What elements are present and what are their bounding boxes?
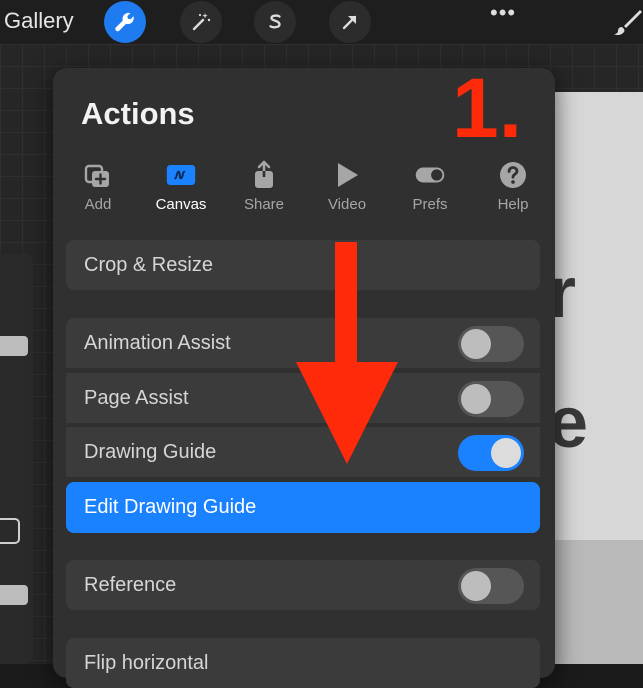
drawing-guide-label: Drawing Guide: [84, 440, 217, 463]
modify-button[interactable]: [0, 518, 20, 544]
add-image-icon: [84, 164, 109, 187]
page-assist-toggle[interactable]: [458, 381, 524, 417]
tab-canvas[interactable]: Canvas: [146, 160, 216, 213]
magic-wand-icon: [192, 13, 211, 31]
reference-item[interactable]: Reference: [66, 560, 540, 610]
adjustments-button[interactable]: [180, 1, 222, 43]
selection-button[interactable]: [254, 1, 296, 43]
step-number-annotation: 1.: [452, 61, 523, 155]
reference-toggle[interactable]: [458, 568, 524, 604]
drawing-guide-toggle[interactable]: [458, 435, 524, 471]
toggle-knob: [461, 571, 491, 601]
flip-horizontal-item[interactable]: Flip horizontal: [66, 638, 540, 688]
canvas-bottom-area: [540, 540, 643, 664]
edit-drawing-guide-item[interactable]: Edit Drawing Guide: [66, 482, 540, 533]
edit-drawing-guide-label: Edit Drawing Guide: [84, 496, 257, 518]
tab-canvas-label: Canvas: [155, 196, 207, 213]
actions-button[interactable]: [104, 1, 146, 43]
tab-share-label: Share: [243, 196, 285, 213]
transform-arrow-icon: [342, 15, 357, 30]
opacity-slider-handle[interactable]: [0, 585, 28, 605]
tab-share[interactable]: Share: [229, 160, 299, 213]
tab-prefs[interactable]: Prefs: [395, 160, 465, 213]
toggle-knob: [461, 329, 491, 359]
help-icon: [500, 162, 526, 188]
wrench-icon: [115, 12, 134, 32]
page-assist-label: Page Assist: [84, 386, 189, 409]
share-icon: [255, 160, 273, 188]
top-toolbar: Gallery •••: [0, 0, 643, 44]
tab-help-label: Help: [497, 196, 529, 213]
toggle-icon: [415, 167, 445, 183]
selection-s-icon: [269, 14, 281, 29]
crop-resize-label: Crop & Resize: [84, 253, 213, 276]
reference-label: Reference: [84, 573, 177, 596]
brush-size-slider-handle[interactable]: [0, 336, 28, 356]
canvas-icon: [166, 165, 196, 185]
panel-title: Actions: [81, 96, 195, 131]
tab-add-label: Add: [84, 196, 112, 213]
play-icon: [338, 163, 358, 187]
transform-button[interactable]: [329, 1, 371, 43]
tab-prefs-label: Prefs: [412, 196, 448, 213]
brush-icon[interactable]: [612, 8, 642, 38]
more-options-icon[interactable]: •••: [490, 0, 516, 26]
tab-help[interactable]: Help: [478, 160, 548, 213]
animation-assist-label: Animation Assist: [84, 331, 231, 354]
toggle-knob: [491, 438, 521, 468]
toggle-knob: [461, 384, 491, 414]
red-arrow-down-icon: [296, 242, 398, 464]
tab-video[interactable]: Video: [312, 160, 382, 213]
tab-video-label: Video: [327, 196, 367, 213]
gallery-button[interactable]: Gallery: [4, 8, 74, 34]
tab-add[interactable]: Add: [63, 160, 133, 213]
animation-assist-toggle[interactable]: [458, 326, 524, 362]
document-canvas: r e: [540, 92, 643, 540]
